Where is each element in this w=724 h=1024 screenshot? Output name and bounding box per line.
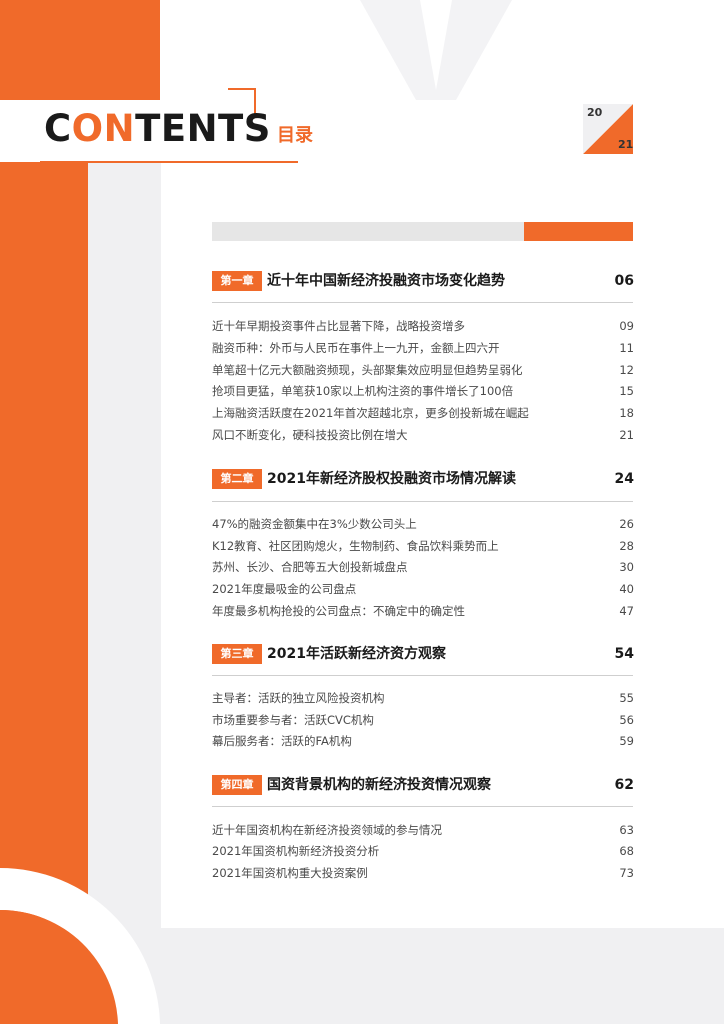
page-number-left: 20 [587,106,603,119]
toc-item-page: 15 [619,384,634,398]
chapter-divider [212,675,633,676]
toc-item[interactable]: 47%的融资金额集中在3%少数公司头上 26 [212,516,634,533]
toc-item-title: 抢项目更猛，单笔获10家以上机构注资的事件增长了100倍 [212,384,514,398]
chapter-title: 2021年活跃新经济资方观察 [267,646,446,662]
chapter-title: 国资背景机构的新经济投资情况观察 [267,777,491,793]
chapter-badge: 第二章 [212,469,262,489]
toc-item[interactable]: 融资币种：外币与人民币在事件上一九开，金额上四六开 11 [212,340,634,357]
toc-item-page: 47 [619,604,634,618]
toc-item-title: 年度最多机构抢投的公司盘点：不确定中的确定性 [212,604,465,618]
toc-item-title: 上海融资活跃度在2021年首次超越北京，更多创投新城在崛起 [212,406,529,420]
toc-item-page: 21 [619,428,634,442]
chapter-3-heading[interactable]: 第三章 2021年活跃新经济资方观察 54 [212,643,634,665]
toc-item[interactable]: 2021年国资机构重大投资案例 73 [212,865,634,882]
toc-item[interactable]: 主导者：活跃的独立风险投资机构 55 [212,690,634,707]
toc-item[interactable]: 幕后服务者：活跃的FA机构 59 [212,733,634,750]
toc-item-page: 30 [619,560,634,574]
toc-item-page: 28 [619,539,634,553]
toc-item-title: 苏州、长沙、合肥等五大创投新城盘点 [212,560,408,574]
chapter-page: 54 [614,646,634,662]
toc-item-title: 近十年国资机构在新经济投资领域的参与情况 [212,823,442,837]
toc-item[interactable]: 抢项目更猛，单笔获10家以上机构注资的事件增长了100倍 15 [212,383,634,400]
toc-item-page: 68 [619,844,634,858]
chapter-divider [212,806,633,807]
toc-item-title: 2021年度最吸金的公司盘点 [212,582,357,596]
toc-item[interactable]: 市场重要参与者：活跃CVC机构 56 [212,712,634,729]
toc-item-page: 12 [619,363,634,377]
chapter-page: 62 [614,777,634,793]
toc-item[interactable]: 风口不断变化，硬科技投资比例在增大 21 [212,427,634,444]
toc-item[interactable]: 2021年国资机构新经济投资分析 68 [212,843,634,860]
chapter-badge: 第一章 [212,271,262,291]
toc-item-title: 2021年国资机构新经济投资分析 [212,844,380,858]
chapter-divider [212,302,633,303]
toc-item[interactable]: 苏州、长沙、合肥等五大创投新城盘点 30 [212,559,634,576]
toc-item[interactable]: 近十年早期投资事件占比显著下降，战略投资增多 09 [212,318,634,335]
toc-item-title: 市场重要参与者：活跃CVC机构 [212,713,374,727]
chapter-4-heading[interactable]: 第四章 国资背景机构的新经济投资情况观察 62 [212,774,634,796]
page-number-badge: 20 21 [583,104,633,154]
decorative-v-shape [360,0,512,100]
chapter-page: 24 [614,471,634,487]
toc-item-page: 40 [619,582,634,596]
toc-item-title: 融资币种：外币与人民币在事件上一九开，金额上四六开 [212,341,500,355]
decorative-arc [0,868,160,1024]
toc-item-page: 59 [619,734,634,748]
chapter-badge: 第三章 [212,644,262,664]
title-part-3: TENTS [135,107,271,150]
toc-item[interactable]: 2021年度最吸金的公司盘点 40 [212,581,634,598]
toc-item-title: 近十年早期投资事件占比显著下降，战略投资增多 [212,319,465,333]
title-underline [40,161,298,163]
toc-item-page: 26 [619,517,634,531]
header-bar-gray [212,222,524,241]
toc-item-page: 56 [619,713,634,727]
toc-item-page: 73 [619,866,634,880]
toc-item-page: 63 [619,823,634,837]
toc-item[interactable]: K12教育、社区团购熄火，生物制药、食品饮料乘势而上 28 [212,538,634,555]
toc-item-page: 09 [619,319,634,333]
title-part-2: ON [71,107,136,150]
toc-item-page: 18 [619,406,634,420]
title-part-1: C [44,107,72,150]
toc-item-page: 11 [619,341,634,355]
toc-item-title: 风口不断变化，硬科技投资比例在增大 [212,428,408,442]
toc-item[interactable]: 单笔超十亿元大额融资频现，头部聚集效应明显但趋势呈弱化 12 [212,362,634,379]
toc-item-page: 55 [619,691,634,705]
toc-item-title: 单笔超十亿元大额融资频现，头部聚集效应明显但趋势呈弱化 [212,363,523,377]
header-bar-orange [524,222,633,241]
chapter-badge: 第四章 [212,775,262,795]
toc-item-title: 主导者：活跃的独立风险投资机构 [212,691,385,705]
toc-item-title: 47%的融资金额集中在3%少数公司头上 [212,517,417,531]
toc-item[interactable]: 上海融资活跃度在2021年首次超越北京，更多创投新城在崛起 18 [212,405,634,422]
chapter-page: 06 [614,273,634,289]
page-title: CONTENTS 目录 [44,106,313,152]
chapter-title: 2021年新经济股权投融资市场情况解读 [267,471,516,487]
title-chinese: 目录 [276,125,313,146]
toc-item-title: 2021年国资机构重大投资案例 [212,866,368,880]
chapter-title: 近十年中国新经济投融资市场变化趋势 [267,273,505,289]
chapter-2-heading[interactable]: 第二章 2021年新经济股权投融资市场情况解读 24 [212,468,634,490]
toc-item-title: K12教育、社区团购熄火，生物制药、食品饮料乘势而上 [212,539,499,553]
page-number-right: 21 [618,138,634,151]
chapter-divider [212,501,633,502]
chapter-1-heading[interactable]: 第一章 近十年中国新经济投融资市场变化趋势 06 [212,270,634,292]
toc-item[interactable]: 年度最多机构抢投的公司盘点：不确定中的确定性 47 [212,603,634,620]
toc-item[interactable]: 近十年国资机构在新经济投资领域的参与情况 63 [212,822,634,839]
toc-item-title: 幕后服务者：活跃的FA机构 [212,734,352,748]
